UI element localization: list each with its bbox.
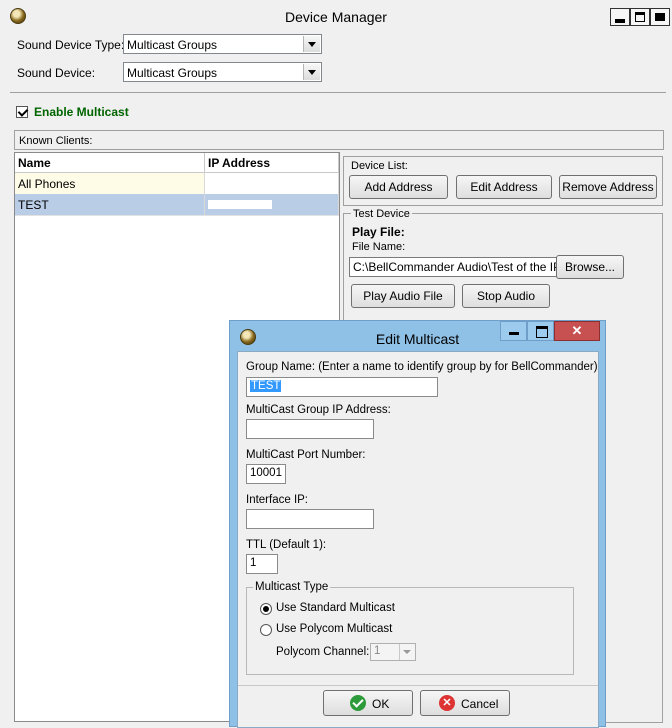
multicast-type-label: Multicast Type: [253, 581, 331, 593]
device-list-group: Device List: Add Address Edit Address Re…: [343, 156, 663, 206]
polycom-multicast-radio[interactable]: [260, 624, 272, 636]
sound-device-value: Multicast Groups: [127, 66, 218, 80]
sound-device-select[interactable]: Multicast Groups: [123, 62, 322, 82]
multicast-type-group: Multicast Type Use Standard Multicast Us…: [246, 581, 574, 675]
maximize-button[interactable]: [630, 8, 650, 26]
chevron-down-icon[interactable]: [303, 36, 320, 52]
row-ip-cell: [205, 194, 339, 215]
dialog-close-button[interactable]: ✕: [554, 321, 600, 341]
polycom-channel-label: Polycom Channel:: [276, 646, 370, 658]
ttl-input[interactable]: 1: [246, 554, 278, 574]
test-device-label: Test Device: [351, 208, 412, 220]
cancel-button[interactable]: ✕ Cancel: [420, 690, 510, 716]
standard-multicast-label[interactable]: Use Standard Multicast: [276, 602, 395, 614]
table-row-selected[interactable]: TEST: [15, 194, 339, 216]
stop-audio-button[interactable]: Stop Audio: [462, 284, 550, 308]
close-icon: [655, 13, 665, 21]
close-icon: ✕: [571, 323, 583, 338]
ip-value-box: [208, 200, 272, 209]
cancel-label: Cancel: [461, 697, 499, 711]
ok-button[interactable]: OK: [323, 690, 413, 716]
multicast-ip-label: MultiCast Group IP Address:: [246, 404, 391, 416]
row-name-cell: All Phones: [15, 173, 205, 194]
interface-ip-input[interactable]: [246, 509, 374, 529]
file-name-input[interactable]: C:\BellCommander Audio\Test of the IP cl…: [349, 257, 559, 277]
file-name-label: File Name:: [352, 241, 406, 253]
sound-device-type-select[interactable]: Multicast Groups: [123, 34, 322, 54]
known-clients-label: Known Clients:: [19, 135, 93, 147]
dialog-minimize-button[interactable]: [500, 321, 527, 341]
table-row[interactable]: All Phones: [15, 173, 339, 195]
close-button[interactable]: [650, 8, 670, 26]
browse-button[interactable]: Browse...: [556, 255, 624, 279]
chevron-down-icon[interactable]: [399, 644, 415, 660]
minimize-icon: [509, 332, 519, 335]
port-input[interactable]: 10001: [246, 464, 286, 484]
interface-ip-label: Interface IP:: [246, 494, 309, 506]
minimize-icon: [615, 15, 625, 23]
sound-device-label: Sound Device:: [17, 66, 96, 80]
device-list-label: Device List:: [351, 160, 408, 172]
ok-label: OK: [372, 697, 390, 711]
play-file-label: Play File:: [352, 225, 405, 239]
enable-multicast-checkbox[interactable]: [16, 106, 28, 118]
sound-device-type-label: Sound Device Type:: [17, 38, 125, 52]
edit-address-button[interactable]: Edit Address: [456, 175, 552, 199]
dialog-maximize-button[interactable]: [527, 321, 554, 341]
polycom-channel-value: 1: [374, 645, 381, 657]
column-header-name[interactable]: Name: [15, 153, 205, 173]
group-name-label: Group Name: (Enter a name to identify gr…: [246, 361, 598, 373]
add-address-button[interactable]: Add Address: [349, 175, 448, 199]
remove-address-button[interactable]: Remove Address: [559, 175, 657, 199]
known-clients-header: Known Clients:: [14, 130, 664, 150]
row-name-cell: TEST: [15, 194, 205, 215]
chevron-down-icon[interactable]: [303, 64, 320, 80]
divider: [238, 685, 598, 686]
column-header-ip[interactable]: IP Address: [205, 153, 339, 173]
multicast-ip-input[interactable]: [246, 419, 374, 439]
window-title: Device Manager: [285, 9, 387, 25]
cancel-icon: ✕: [439, 695, 455, 711]
sound-device-type-value: Multicast Groups: [127, 38, 218, 52]
port-label: MultiCast Port Number:: [246, 449, 366, 461]
polycom-channel-select[interactable]: 1: [370, 643, 416, 661]
enable-multicast-label[interactable]: Enable Multicast: [34, 105, 129, 119]
polycom-multicast-label[interactable]: Use Polycom Multicast: [276, 623, 392, 635]
row-ip-cell: [205, 173, 339, 194]
ttl-label: TTL (Default 1):: [246, 539, 327, 551]
play-audio-button[interactable]: Play Audio File: [351, 284, 455, 308]
main-title-bar: Device Manager: [0, 0, 672, 30]
minimize-button[interactable]: [610, 8, 630, 26]
group-name-input[interactable]: TEST: [246, 377, 438, 397]
standard-multicast-radio[interactable]: [260, 603, 272, 615]
maximize-icon: [635, 12, 645, 22]
checkmark-icon: [350, 695, 366, 711]
divider: [10, 92, 666, 93]
maximize-icon: [536, 326, 548, 338]
group-name-value: TEST: [250, 380, 282, 392]
dialog-body: Group Name: (Enter a name to identify gr…: [237, 351, 599, 728]
edit-multicast-dialog: Edit Multicast ✕ Group Name: (Enter a na…: [229, 320, 606, 728]
